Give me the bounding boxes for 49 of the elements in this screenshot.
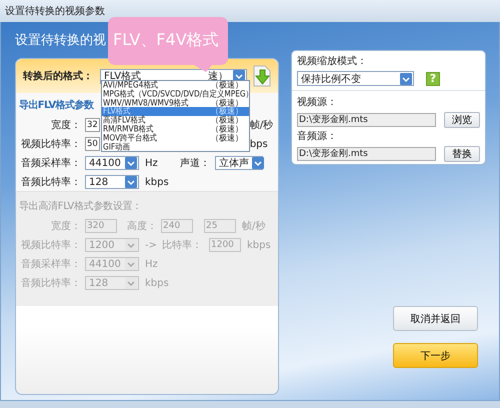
audio-source-field[interactable]: D:\变形金刚.mts [297,147,436,161]
video-bitrate-select[interactable]: 50 [85,137,100,151]
section-title: 导出FLV格式参数 [19,98,94,112]
format-option[interactable]: 高清FLV格式 （极速） [102,116,249,125]
browse-button[interactable]: 浏览 [444,112,480,128]
audio-bitrate-select[interactable]: 128 [85,175,139,189]
format-label: 转换后的格式： [23,70,94,83]
cancel-button[interactable]: 取消并返回 [393,306,478,331]
audio-bitrate-label: 音频比特率： [20,276,81,290]
format-option[interactable]: GIF动画 [102,142,249,152]
audio-bitrate-label: 音频比特率： [20,176,81,189]
download-arrow-icon [252,65,272,87]
scale-mode-select[interactable]: 保持比例不变 [297,71,414,86]
format-option[interactable]: MPG格式（VCD/SVCD/DVD/自定义MPEG） [102,90,249,99]
audio-sample-rate-label: 音频采样率： [20,258,81,271]
height-label: 高度： [127,220,157,233]
sample-rate-select[interactable]: 44100 [85,156,139,170]
hz-unit: Hz [145,258,158,270]
format-option[interactable]: MOV跨平台格式 （极速） [102,134,249,143]
kbps-unit: kbps [145,176,169,188]
window-title: 设置待转换的视频参数 [5,4,105,18]
video-source-field[interactable]: D:\变形金刚.mts [297,113,436,127]
video-bitrate-label: 视频比特率： [20,138,81,151]
format-option[interactable]: AVI/MPEG4格式 （极速） [102,81,249,90]
fps-unit: 帧/秒 [242,220,266,233]
arrow-text: -> [145,240,157,250]
width-label: 宽度： [50,220,81,233]
width-field[interactable]: 32 [85,118,100,132]
bitrate-unit: bps [250,138,268,150]
channel-label: 声道： [180,156,210,170]
video-source-label: 视频源： [297,97,338,109]
fps-unit: 帧/秒 [250,118,274,132]
scale-mode-label: 视频缩放模式： [297,56,368,68]
format-option[interactable]: WMV/WMV8/WMV9格式 （极速） [102,98,249,108]
channel-select[interactable]: 立体声 [214,156,263,170]
callout-text: FLV、F4V格式 [113,30,219,50]
next-button[interactable]: 下一步 [393,343,478,368]
width-label: 宽度： [50,118,81,132]
format-option[interactable]: RM/RMVB格式 （极速） [102,124,249,134]
bitrate-label: 比特率： [162,238,202,252]
audio-source-label: 音频源： [297,131,338,143]
kbps-unit: kbps [145,278,169,288]
dialog-heading: 设置待转换的视 [15,32,106,49]
replace-button[interactable]: 替换 [444,146,480,162]
hz-unit: Hz [145,158,158,168]
kbps-unit: kbps [247,240,271,250]
section-title: 导出高清FLV格式参数设置： [19,200,142,213]
audio-sample-rate-label: 音频采样率： [20,156,81,170]
video-bitrate-label: 视频比特率： [20,238,81,252]
